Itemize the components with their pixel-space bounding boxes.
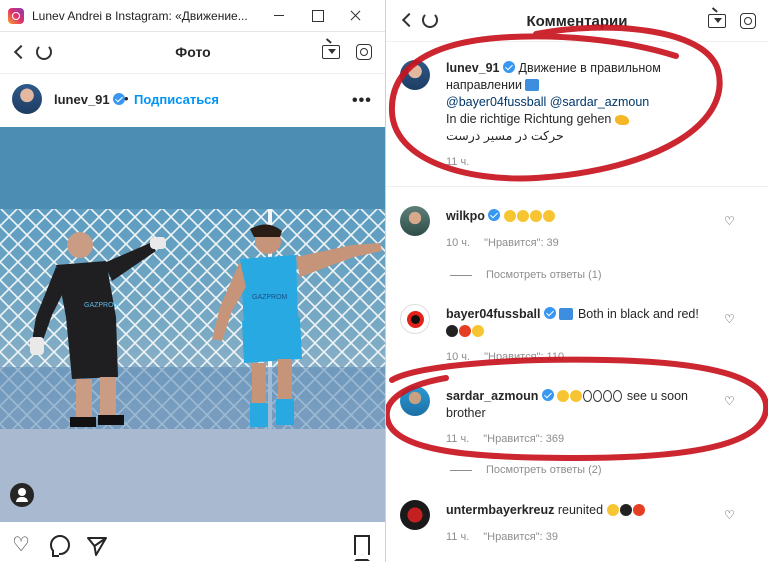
igtv-icon[interactable] bbox=[322, 45, 340, 59]
instagram-icon[interactable] bbox=[740, 13, 756, 29]
comment-username[interactable]: wilkpo bbox=[446, 209, 485, 223]
instagram-app-icon bbox=[8, 8, 24, 24]
comment-meta: 11 ч. "Нравится": 39 bbox=[446, 531, 558, 543]
comment-meta: 11 ч. "Нравится": 369 bbox=[446, 433, 565, 445]
post-username[interactable]: lunev_91 bbox=[54, 92, 126, 107]
comment-text: untermbayerkreuz reunited bbox=[446, 502, 726, 519]
follow-button[interactable]: Подписаться bbox=[134, 92, 219, 107]
heart-eyes-emoji-icon bbox=[529, 210, 542, 222]
heart-eyes-emoji-icon bbox=[503, 210, 516, 222]
red-circle-emoji-icon bbox=[632, 504, 645, 516]
bookmark-icon[interactable] bbox=[354, 535, 370, 561]
heart-icon[interactable]: ♡ bbox=[12, 535, 30, 555]
eyes-emoji-icon bbox=[603, 390, 613, 402]
comment-text: bayer04fussball Both in black and red! bbox=[446, 306, 726, 340]
photo-scene: GAZPROM GAZPROM bbox=[0, 127, 385, 522]
svg-text:GAZPROM: GAZPROM bbox=[84, 302, 120, 309]
comment-text: wilkpo bbox=[446, 208, 726, 225]
avatar[interactable] bbox=[400, 206, 430, 236]
minimize-button[interactable] bbox=[264, 4, 294, 28]
caption-time: 11 ч. bbox=[446, 156, 470, 168]
arrow-emoji-icon bbox=[525, 79, 540, 91]
heart-eyes-emoji-icon bbox=[570, 390, 583, 402]
verified-icon bbox=[541, 389, 554, 401]
avatar[interactable] bbox=[400, 500, 430, 530]
igtv-icon[interactable] bbox=[708, 14, 726, 28]
avatar[interactable] bbox=[12, 84, 42, 114]
comment-likes[interactable]: "Нравится": 369 bbox=[483, 433, 564, 445]
comment-likes[interactable]: "Нравится": 39 bbox=[484, 237, 559, 249]
heart-eyes-emoji-icon bbox=[542, 210, 555, 222]
comment-username[interactable]: untermbayerkreuz bbox=[446, 503, 554, 517]
comment-meta: 10 ч. "Нравится": 110 bbox=[446, 351, 565, 363]
comment-username[interactable]: sardar_azmoun bbox=[446, 389, 538, 403]
verified-icon bbox=[488, 209, 501, 221]
more-options-icon[interactable]: ••• bbox=[352, 92, 372, 110]
pointing-hand-emoji-icon bbox=[614, 115, 629, 125]
verified-icon bbox=[503, 61, 515, 73]
comment-like-icon[interactable]: ♡ bbox=[724, 508, 735, 522]
comment-username[interactable]: bayer04fussball bbox=[446, 307, 541, 321]
view-replies-link[interactable]: Посмотреть ответы (1) bbox=[450, 269, 602, 281]
eyes-emoji-icon bbox=[593, 390, 603, 402]
user-tag-icon[interactable] bbox=[10, 483, 34, 507]
eyes-emoji-icon bbox=[583, 390, 593, 402]
comment-likes[interactable]: "Нравится": 110 bbox=[484, 351, 564, 363]
post-navbar: Фото bbox=[0, 32, 385, 74]
comment-meta: 10 ч. "Нравится": 39 bbox=[446, 237, 559, 249]
caption-mentions[interactable]: @bayer04fussball @sardar_azmoun bbox=[446, 95, 649, 109]
comment-like-icon[interactable]: ♡ bbox=[724, 312, 735, 326]
black-circle-emoji-icon bbox=[446, 325, 458, 337]
comment-like-icon[interactable]: ♡ bbox=[724, 214, 735, 228]
comments-navbar: Комментарии bbox=[386, 0, 768, 42]
separator-dot: • bbox=[124, 91, 129, 106]
view-replies-link[interactable]: Посмотреть ответы (2) bbox=[450, 464, 602, 476]
svg-text:GAZPROM: GAZPROM bbox=[252, 294, 288, 301]
comments-window: Комментарии lunev_91 Движение в правильн… bbox=[386, 0, 768, 562]
red-circle-emoji-icon bbox=[459, 325, 471, 337]
heart-eyes-emoji-icon bbox=[516, 210, 529, 222]
post-header: lunev_91 • Подписаться ••• bbox=[0, 74, 385, 126]
comment-likes[interactable]: "Нравится": 39 bbox=[483, 531, 558, 543]
post-window: Lunev Andrei в Instagram: «Движение... Ф… bbox=[0, 0, 386, 562]
comment-like-icon[interactable]: ♡ bbox=[724, 394, 735, 408]
caption-text: lunev_91 Движение в правильном направлен… bbox=[446, 61, 661, 143]
avatar[interactable] bbox=[400, 60, 430, 90]
avatar[interactable] bbox=[400, 386, 430, 416]
post-photo[interactable]: GAZPROM GAZPROM bbox=[0, 127, 385, 522]
close-button[interactable] bbox=[340, 4, 370, 28]
grin-emoji-icon bbox=[472, 325, 484, 337]
caption-username[interactable]: lunev_91 bbox=[446, 61, 500, 75]
post-actions-bar: ♡ bbox=[0, 522, 385, 562]
comment-text: sardar_azmoun see u soon brother bbox=[446, 389, 689, 420]
share-icon[interactable] bbox=[86, 535, 108, 561]
eyes-emoji-icon bbox=[613, 390, 623, 402]
maximize-button[interactable] bbox=[302, 4, 332, 28]
instagram-icon[interactable] bbox=[356, 44, 372, 60]
caption-persian: حرکت در مسیر درست bbox=[446, 129, 564, 143]
heart-eyes-emoji-icon bbox=[557, 390, 570, 402]
window-title: Lunev Andrei в Instagram: «Движение... bbox=[32, 9, 248, 23]
divider bbox=[386, 186, 768, 187]
arrow-emoji-icon bbox=[559, 308, 574, 320]
avatar[interactable] bbox=[400, 304, 430, 334]
verified-icon bbox=[543, 307, 556, 319]
black-circle-emoji-icon bbox=[619, 504, 632, 516]
grin-emoji-icon bbox=[606, 504, 619, 516]
comment-icon[interactable] bbox=[50, 535, 70, 557]
window-titlebar: Lunev Andrei в Instagram: «Движение... bbox=[0, 0, 385, 32]
